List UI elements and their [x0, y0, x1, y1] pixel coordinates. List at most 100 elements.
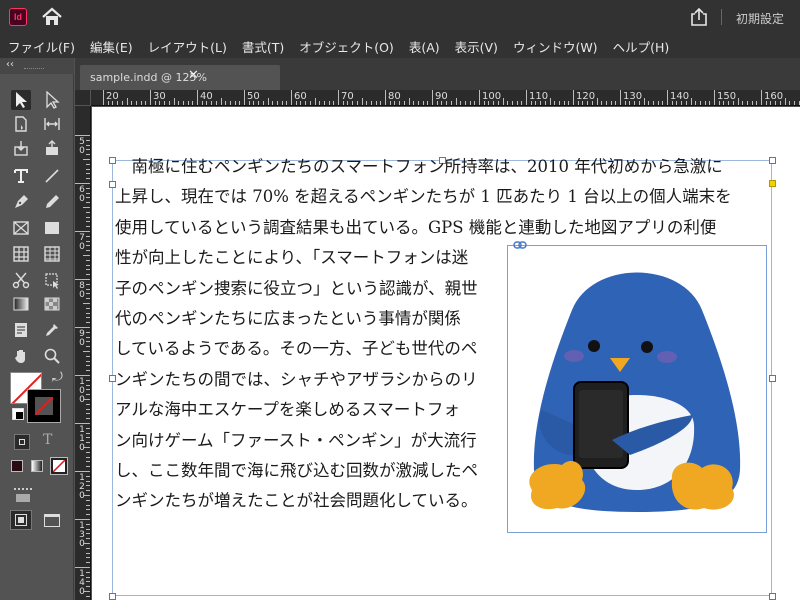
vertical-ruler[interactable]: 50 60 70 80 90 100 110 120 130 140 — [75, 106, 91, 600]
share-icon[interactable] — [688, 6, 710, 28]
preview-screen-mode-button[interactable] — [44, 514, 60, 527]
document-tab[interactable]: sample.indd @ 125% ✕ — [80, 65, 280, 90]
eyedropper-tool[interactable] — [42, 320, 62, 340]
ruler-minor-tick — [248, 101, 250, 105]
ruler-minor-tick — [126, 98, 128, 105]
ruler-minor-tick — [86, 187, 90, 189]
note-tool[interactable] — [11, 320, 31, 340]
ruler-minor-tick — [86, 250, 90, 252]
ruler-minor-tick — [756, 101, 758, 105]
grid-tool[interactable] — [42, 244, 62, 264]
horizontal-ruler[interactable]: 20 30 40 50 60 70 80 90 100 110 120 130 140 150 160 — [91, 90, 800, 106]
menu-layout[interactable]: レイアウト(L) — [148, 37, 227, 56]
page-tool[interactable] — [11, 114, 31, 134]
pencil-icon — [46, 195, 59, 208]
ruler-minor-tick — [436, 101, 438, 105]
content-placer-tool[interactable] — [42, 138, 62, 158]
menu-window[interactable]: ウィンドウ(W) — [513, 37, 598, 56]
apply-gradient-button[interactable] — [31, 460, 43, 472]
ruler-label: 140 — [79, 569, 85, 597]
ruler-minor-tick — [86, 581, 90, 583]
frame-handle-bottom-left[interactable] — [109, 593, 116, 600]
ruler-minor-tick — [83, 591, 90, 592]
menu-type[interactable]: 書式(T) — [242, 37, 284, 56]
ruler-minor-tick — [253, 101, 255, 105]
arrange-documents-icon[interactable] — [14, 488, 32, 502]
penguin-with-smartphone-illustration[interactable] — [512, 250, 762, 530]
ruler-minor-tick — [187, 101, 189, 105]
ruler-minor-tick — [86, 317, 90, 319]
ruler-minor-tick — [145, 101, 147, 105]
ruler-minor-tick — [582, 101, 584, 105]
apply-none-button[interactable] — [50, 457, 68, 475]
ruler-minor-tick — [83, 543, 90, 544]
link-icon[interactable] — [513, 240, 527, 250]
menu-edit[interactable]: 編集(E) — [90, 37, 133, 56]
ruler-minor-tick — [323, 101, 325, 105]
close-icon[interactable]: ✕ — [188, 68, 199, 83]
ruler-minor-tick — [86, 216, 90, 218]
workspace-switcher[interactable]: 初期設定 — [736, 10, 784, 27]
ruler-origin[interactable] — [75, 90, 91, 106]
rectangle-tool[interactable] — [42, 218, 62, 238]
table-tool[interactable] — [11, 244, 31, 264]
ruler-minor-tick — [86, 240, 90, 242]
ruler-major-tick — [667, 90, 668, 105]
rectangle-icon — [45, 222, 59, 234]
ruler-minor-tick — [86, 475, 90, 477]
frame-handle-bottom-right[interactable] — [769, 593, 776, 600]
ruler-minor-tick — [131, 101, 133, 105]
ruler-major-tick — [75, 135, 90, 136]
gap-tool[interactable] — [42, 114, 62, 134]
ruler-minor-tick — [86, 322, 90, 324]
scissors-tool[interactable] — [11, 270, 31, 290]
ruler-minor-tick — [206, 101, 208, 105]
rectangle-frame-tool[interactable] — [11, 218, 31, 238]
ruler-major-tick — [432, 90, 433, 105]
ruler-minor-tick — [540, 101, 542, 105]
collapse-icon[interactable]: ‹‹ — [6, 59, 14, 70]
type-tool[interactable] — [11, 166, 31, 186]
content-collector-tool[interactable] — [11, 138, 31, 158]
menu-help[interactable]: ヘルプ(H) — [613, 37, 670, 56]
ruler-minor-tick — [86, 235, 90, 237]
ruler-minor-tick — [789, 101, 791, 105]
ruler-minor-tick — [723, 101, 725, 105]
ruler-minor-tick — [446, 101, 448, 105]
ruler-minor-tick — [86, 370, 90, 372]
ruler-minor-tick — [86, 538, 90, 540]
gradient-feather-tool[interactable] — [42, 294, 62, 314]
pencil-tool[interactable] — [42, 192, 62, 212]
swap-fill-stroke-icon[interactable]: ⤾ — [52, 370, 63, 385]
free-transform-tool[interactable] — [42, 270, 62, 290]
stroke-swatch[interactable] — [27, 389, 61, 423]
menu-table[interactable]: 表(A) — [409, 37, 440, 56]
line-tool[interactable] — [42, 166, 62, 186]
tools-panel-header[interactable]: ‹‹ — [0, 58, 74, 74]
panel-grip[interactable] — [24, 68, 44, 70]
ruler-major-tick — [479, 90, 480, 105]
direct-selection-tool[interactable] — [42, 90, 62, 110]
ruler-minor-tick — [86, 259, 90, 261]
menu-file[interactable]: ファイル(F) — [8, 37, 75, 56]
formatting-text-button[interactable]: T — [43, 432, 52, 448]
apply-color-button[interactable] — [11, 460, 23, 472]
ruler-minor-tick — [86, 211, 90, 213]
menu-view[interactable]: 表示(V) — [455, 37, 498, 56]
ruler-minor-tick — [765, 101, 767, 105]
normal-screen-mode-button[interactable] — [10, 510, 32, 530]
note-icon — [15, 323, 27, 337]
pen-tool[interactable] — [11, 192, 31, 212]
menu-object[interactable]: オブジェクト(O) — [299, 37, 394, 56]
ruler-minor-tick — [737, 98, 739, 105]
home-icon[interactable] — [40, 6, 64, 28]
ruler-minor-tick — [86, 586, 90, 588]
ruler-minor-tick — [234, 101, 236, 105]
formatting-container-button[interactable] — [14, 434, 30, 450]
default-fill-stroke-icon[interactable] — [12, 408, 24, 420]
indesign-logo: Id — [9, 8, 27, 26]
gradient-swatch-tool[interactable] — [11, 294, 31, 314]
selection-tool[interactable] — [11, 90, 31, 110]
hand-tool[interactable] — [11, 346, 31, 366]
zoom-tool[interactable] — [42, 346, 62, 366]
